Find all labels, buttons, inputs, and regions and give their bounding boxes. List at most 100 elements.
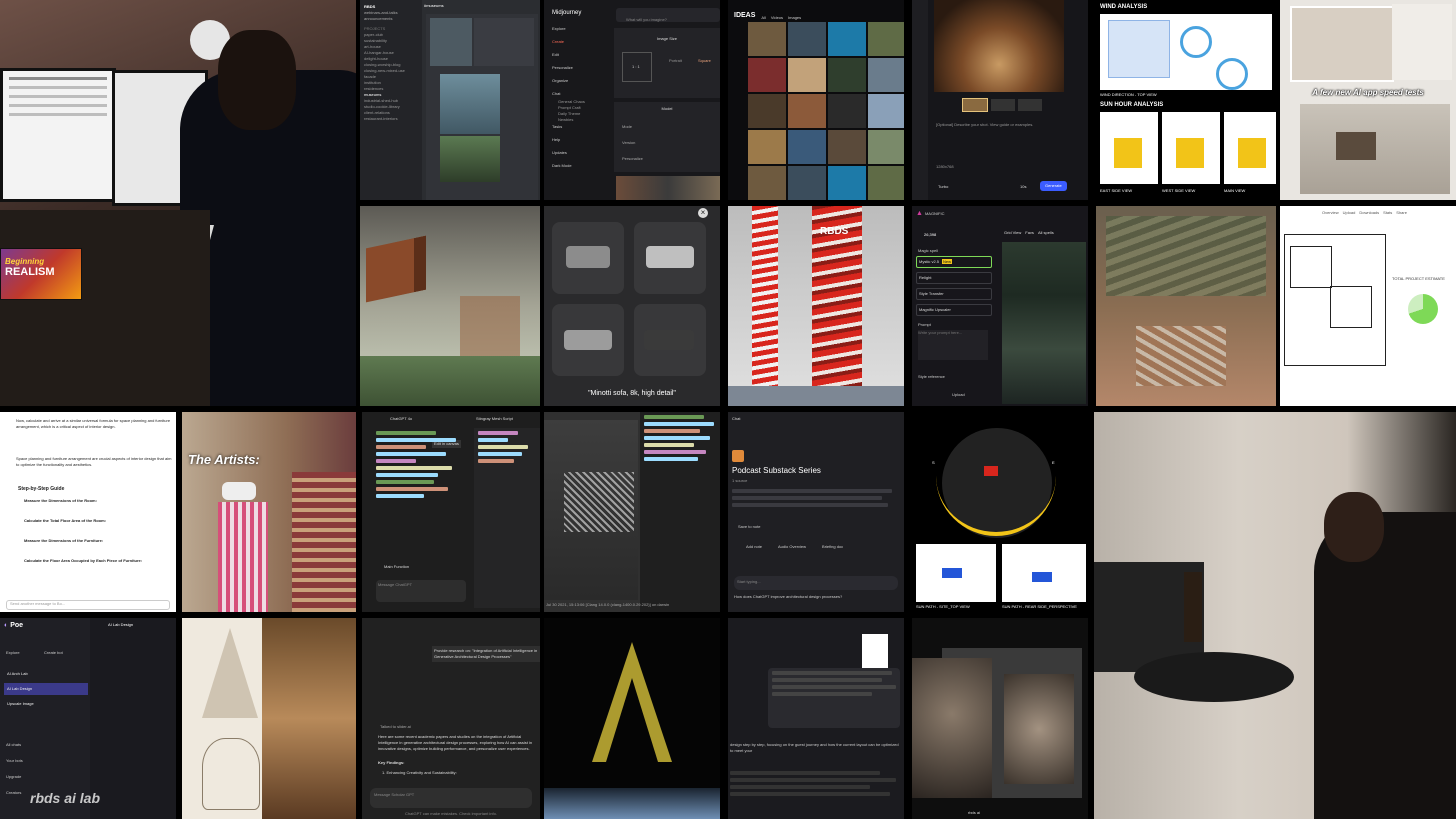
gallery-image[interactable] xyxy=(828,94,866,128)
bot-item[interactable]: Upscale Image xyxy=(4,698,88,710)
square-option[interactable]: Square xyxy=(698,58,711,64)
poe-nav-item[interactable]: Your bots xyxy=(6,758,23,764)
gallery-image[interactable] xyxy=(828,58,866,92)
gallery-image[interactable] xyxy=(828,130,866,164)
gallery-image[interactable] xyxy=(868,130,904,164)
source-count: 1 source xyxy=(732,478,748,483)
estimator-tab[interactable]: Overview xyxy=(1322,210,1339,215)
tile-vr-artists: The Artists: xyxy=(182,412,356,612)
shot-prompt[interactable]: [Optional] Describe your shot. View guid… xyxy=(936,122,1076,128)
poe-nav-item[interactable]: All chats xyxy=(6,742,23,748)
magnific-tab[interactable]: Grid View xyxy=(1004,230,1021,235)
explore-button[interactable]: Explore xyxy=(6,650,20,656)
chat-input[interactable]: Start typing... xyxy=(734,576,898,590)
create-bot-button[interactable]: Create bot xyxy=(44,650,63,656)
spell-label: Magnific Upscaler xyxy=(919,307,951,312)
nav-item-chat[interactable]: Chat xyxy=(552,90,585,97)
gallery-image[interactable] xyxy=(868,58,904,92)
estimator-tab[interactable]: Upload xyxy=(1343,210,1356,215)
estimator-tab[interactable]: Stats xyxy=(1383,210,1392,215)
bot-item[interactable]: AI Lab Design xyxy=(4,683,88,695)
model-select[interactable]: Turbo xyxy=(938,184,948,190)
gallery-image[interactable] xyxy=(748,94,786,128)
ideas-tab[interactable]: All xyxy=(761,15,765,20)
ideas-logo: IDEAS xyxy=(734,11,756,19)
version-label: Version xyxy=(622,140,636,145)
tile-sofa-variations: × "Minotti sofa, 8k, high detail" xyxy=(544,206,720,406)
notebook-actions: Add note Audio Overview Briefing doc xyxy=(746,544,859,549)
tile-interior-render: A few new AI app speed tests xyxy=(1280,0,1456,200)
nav-item-edit[interactable]: Edit xyxy=(552,51,585,58)
step-text: Measure the Dimensions of the Furniture: xyxy=(24,538,104,543)
gallery-image[interactable] xyxy=(868,22,904,56)
ratio-box[interactable]: 1 : 1 xyxy=(622,52,652,82)
suggested-question[interactable]: How does ChatGPT improve architectural d… xyxy=(734,594,842,600)
nav-item-updates[interactable]: Updates xyxy=(552,149,585,156)
spell-option[interactable]: Mystic v2.5 New xyxy=(916,256,992,268)
channel-item[interactable]: announcements xyxy=(364,16,418,22)
gallery-image[interactable] xyxy=(788,130,826,164)
prompt-input[interactable]: What will you imagine? xyxy=(626,17,667,22)
bot-item[interactable]: AI Arch Lab xyxy=(4,668,88,680)
notebook-action[interactable]: Add note xyxy=(746,544,762,549)
nav-item-tasks[interactable]: Tasks xyxy=(552,123,585,130)
magic-spell-label: Magic spell xyxy=(918,248,939,253)
gallery-image[interactable] xyxy=(748,130,786,164)
building-mass xyxy=(1114,138,1142,168)
estimator-tab[interactable]: Downloads xyxy=(1359,210,1379,215)
ideas-tab[interactable]: Images xyxy=(788,15,801,20)
notebook-action[interactable]: Audio Overview xyxy=(778,544,806,549)
tile-magnific: ▲ MAGNIFIC 26,398 Grid View Favs All spell… xyxy=(912,206,1088,406)
gallery-image[interactable] xyxy=(748,58,786,92)
spell-label: Relight xyxy=(919,275,932,280)
estimator-tab[interactable]: Share xyxy=(1396,210,1407,215)
channel-header: #museums xyxy=(424,3,444,8)
gallery-image[interactable] xyxy=(788,58,826,92)
spell-list: Mystic v2.5 New Relight Style Transfer Magni… xyxy=(916,256,992,320)
chat-model-label[interactable]: ChatGPT 4o xyxy=(390,416,412,422)
nav-item-dark-mode[interactable]: Dark Mode xyxy=(552,162,585,169)
poe-nav-item[interactable]: Creators xyxy=(6,790,23,796)
channel-item[interactable]: restaurant-interiors xyxy=(364,116,418,122)
nav-item-create[interactable]: Create xyxy=(552,38,585,45)
generate-button[interactable]: Generate xyxy=(1040,181,1067,191)
prompt-bar[interactable]: What will you imagine? xyxy=(616,8,720,22)
gallery-image[interactable] xyxy=(828,166,866,200)
portrait-option[interactable]: Portrait xyxy=(669,58,682,64)
tile-glowing-structure xyxy=(544,618,720,819)
close-icon[interactable]: × xyxy=(698,208,708,218)
gallery-image[interactable] xyxy=(788,166,826,200)
notebook-action[interactable]: Briefing doc xyxy=(822,544,843,549)
spell-option[interactable]: Relight xyxy=(916,272,992,284)
nav-item-organize[interactable]: Organize xyxy=(552,77,585,84)
ideas-tab[interactable]: Videos xyxy=(771,15,783,20)
magnific-tab[interactable]: All spells xyxy=(1038,230,1054,235)
findings-heading: Key Findings: xyxy=(378,760,405,765)
gallery-image[interactable] xyxy=(868,166,904,200)
save-note-button[interactable]: Save to note xyxy=(738,524,760,530)
gallery-image[interactable] xyxy=(868,94,904,128)
magnific-tab[interactable]: Favs xyxy=(1025,230,1034,235)
spell-option[interactable]: Magnific Upscaler xyxy=(916,304,992,316)
gallery-image[interactable] xyxy=(788,22,826,56)
message-input[interactable]: Message ChatGPT xyxy=(376,580,466,602)
script-tab[interactable]: Stingray Mesh Script xyxy=(476,416,513,422)
spell-label: Style Transfer xyxy=(919,291,944,296)
message-input[interactable]: Send another message to Bo... xyxy=(6,600,170,610)
poe-nav-item[interactable]: Upgrade xyxy=(6,774,23,780)
gallery-image[interactable] xyxy=(748,22,786,56)
tool-status: Talked to slider.ai xyxy=(380,724,411,729)
scholar-input[interactable]: Message Scholar GPT xyxy=(370,788,532,808)
duration-select[interactable]: 10s xyxy=(1020,184,1026,190)
tile-cost-estimator: Overview Upload Downloads Stats Share TOTAL … xyxy=(1280,206,1456,406)
nav-item-help[interactable]: Help xyxy=(552,136,585,143)
magnific-tabs: Grid View Favs All spells xyxy=(1004,230,1058,235)
prompt-field[interactable]: Write your prompt here... xyxy=(918,330,988,360)
nav-item-explore[interactable]: Explore xyxy=(552,25,585,32)
nav-item-personalize[interactable]: Personalize xyxy=(552,64,585,71)
gallery-image[interactable] xyxy=(828,22,866,56)
upload-button[interactable]: Upload xyxy=(952,392,965,398)
gallery-image[interactable] xyxy=(788,94,826,128)
gallery-image[interactable] xyxy=(748,166,786,200)
spell-option[interactable]: Style Transfer xyxy=(916,288,992,300)
